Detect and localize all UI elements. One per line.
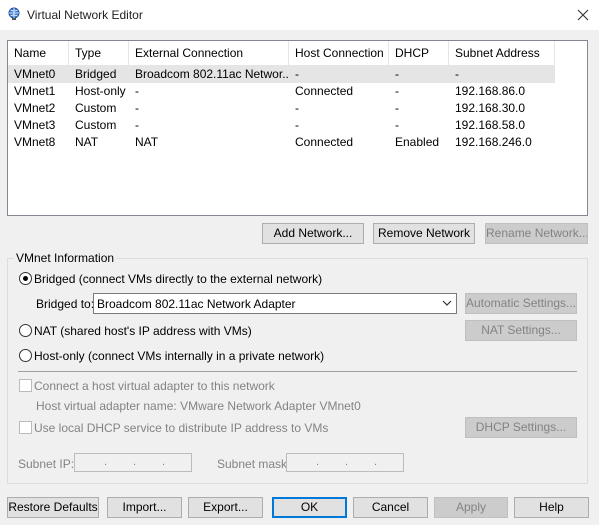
table-cell: Connected <box>295 135 354 149</box>
table-cell: NAT <box>135 135 159 149</box>
restore-defaults-button[interactable]: Restore Defaults <box>7 497 99 518</box>
remove-network-button[interactable]: Remove Network <box>373 223 475 244</box>
export-button[interactable]: Export... <box>188 497 263 518</box>
table-cell: Connected <box>295 84 354 98</box>
column-header-name[interactable]: Name <box>8 41 69 65</box>
subnet-mask-input[interactable]: . . . <box>286 453 404 472</box>
table-cell: NAT <box>75 135 99 149</box>
host-only-label[interactable]: Host-only (connect VMs internally in a p… <box>34 349 324 363</box>
separator <box>18 371 577 372</box>
table-cell: - <box>135 118 139 132</box>
host-only-radio[interactable] <box>19 349 32 362</box>
table-cell: Enabled <box>395 135 440 149</box>
ip-dot: . <box>316 456 320 468</box>
table-cell: Bridged <box>75 67 117 81</box>
subnet-ip-label: Subnet IP: <box>18 457 75 471</box>
column-header-host-connection[interactable]: Host Connection <box>289 41 389 65</box>
subnet-ip-input[interactable]: . . . <box>74 453 192 472</box>
bridged-label[interactable]: Bridged (connect VMs directly to the ext… <box>34 272 322 286</box>
table-cell: VMnet1 <box>14 84 56 98</box>
column-header-subnet-address[interactable]: Subnet Address <box>449 41 555 65</box>
title-bar: Virtual Network Editor <box>0 0 599 30</box>
close-icon <box>577 9 589 21</box>
table-cell: VMnet0 <box>14 67 56 81</box>
help-button[interactable]: Help <box>514 497 589 518</box>
dhcp-settings-button[interactable]: DHCP Settings... <box>465 417 577 438</box>
table-cell: 192.168.86.0 <box>455 84 526 98</box>
table-cell: - <box>395 118 399 132</box>
table-cell: - <box>295 118 299 132</box>
table-cell: 192.168.30.0 <box>455 101 526 115</box>
group-title: VMnet Information <box>14 251 117 265</box>
ip-dot: . <box>104 456 108 468</box>
table-cell: VMnet2 <box>14 101 56 115</box>
adapter-name-label: Host virtual adapter name: VMware Networ… <box>36 399 361 413</box>
window-title: Virtual Network Editor <box>27 8 143 22</box>
automatic-settings-button[interactable]: Automatic Settings... <box>465 293 577 314</box>
bridged-to-value: Broadcom 802.11ac Network Adapter <box>97 297 296 311</box>
table-row-vmnet8[interactable]: VMnet8 NAT NAT Connected Enabled 192.168… <box>8 134 555 151</box>
bridged-to-dropdown[interactable]: Broadcom 802.11ac Network Adapter <box>93 293 457 314</box>
table-row-vmnet2[interactable]: VMnet2 Custom - - - 192.168.30.0 <box>8 100 555 117</box>
column-header-type[interactable]: Type <box>69 41 129 65</box>
nat-label[interactable]: NAT (shared host's IP address with VMs) <box>34 324 252 338</box>
ip-dot: . <box>133 456 137 468</box>
table-cell: - <box>395 67 399 81</box>
globe-icon <box>8 7 20 20</box>
table-cell: - <box>395 101 399 115</box>
close-button[interactable] <box>568 2 598 28</box>
ok-button[interactable]: OK <box>272 497 347 518</box>
rename-network-button[interactable]: Rename Network... <box>485 223 588 244</box>
table-row-vmnet1[interactable]: VMnet1 Host-only - Connected - 192.168.8… <box>8 83 555 100</box>
ip-dot: . <box>345 456 349 468</box>
table-cell: - <box>135 84 139 98</box>
table-cell: Custom <box>75 118 117 132</box>
ip-dot: . <box>374 456 378 468</box>
apply-button[interactable]: Apply <box>434 497 508 518</box>
bridged-to-label: Bridged to: <box>36 297 95 311</box>
subnet-mask-label: Subnet mask: <box>217 457 291 471</box>
bridged-radio[interactable] <box>19 272 32 285</box>
column-header-external-connection[interactable]: External Connection <box>129 41 289 65</box>
table-cell: - <box>295 101 299 115</box>
table-cell: - <box>395 84 399 98</box>
table-cell: - <box>135 101 139 115</box>
cancel-button[interactable]: Cancel <box>353 497 428 518</box>
add-network-button[interactable]: Add Network... <box>262 223 364 244</box>
nat-radio[interactable] <box>19 324 32 337</box>
chevron-down-icon <box>442 300 452 306</box>
table-cell: Broadcom 802.11ac Networ... <box>135 67 289 81</box>
table-cell: Host-only <box>75 84 126 98</box>
table-row-vmnet3[interactable]: VMnet3 Custom - - - 192.168.58.0 <box>8 117 555 134</box>
connect-adapter-checkbox[interactable] <box>19 379 32 392</box>
list-header: Name Type External Connection Host Conne… <box>8 41 555 66</box>
dhcp-checkbox[interactable] <box>19 421 32 434</box>
table-row-vmnet0[interactable]: VMnet0 Bridged Broadcom 802.11ac Networ.… <box>8 66 555 83</box>
table-cell: - <box>455 67 459 81</box>
import-button[interactable]: Import... <box>107 497 182 518</box>
dhcp-label[interactable]: Use local DHCP service to distribute IP … <box>34 421 328 435</box>
network-list[interactable]: Name Type External Connection Host Conne… <box>7 40 588 216</box>
connect-adapter-label[interactable]: Connect a host virtual adapter to this n… <box>34 379 275 393</box>
table-cell: 192.168.246.0 <box>455 135 532 149</box>
table-cell: Custom <box>75 101 117 115</box>
table-cell: VMnet3 <box>14 118 56 132</box>
table-cell: - <box>295 67 299 81</box>
table-cell: 192.168.58.0 <box>455 118 526 132</box>
nat-settings-button[interactable]: NAT Settings... <box>465 320 577 341</box>
table-cell: VMnet8 <box>14 135 56 149</box>
ip-dot: . <box>162 456 166 468</box>
column-header-dhcp[interactable]: DHCP <box>389 41 449 65</box>
